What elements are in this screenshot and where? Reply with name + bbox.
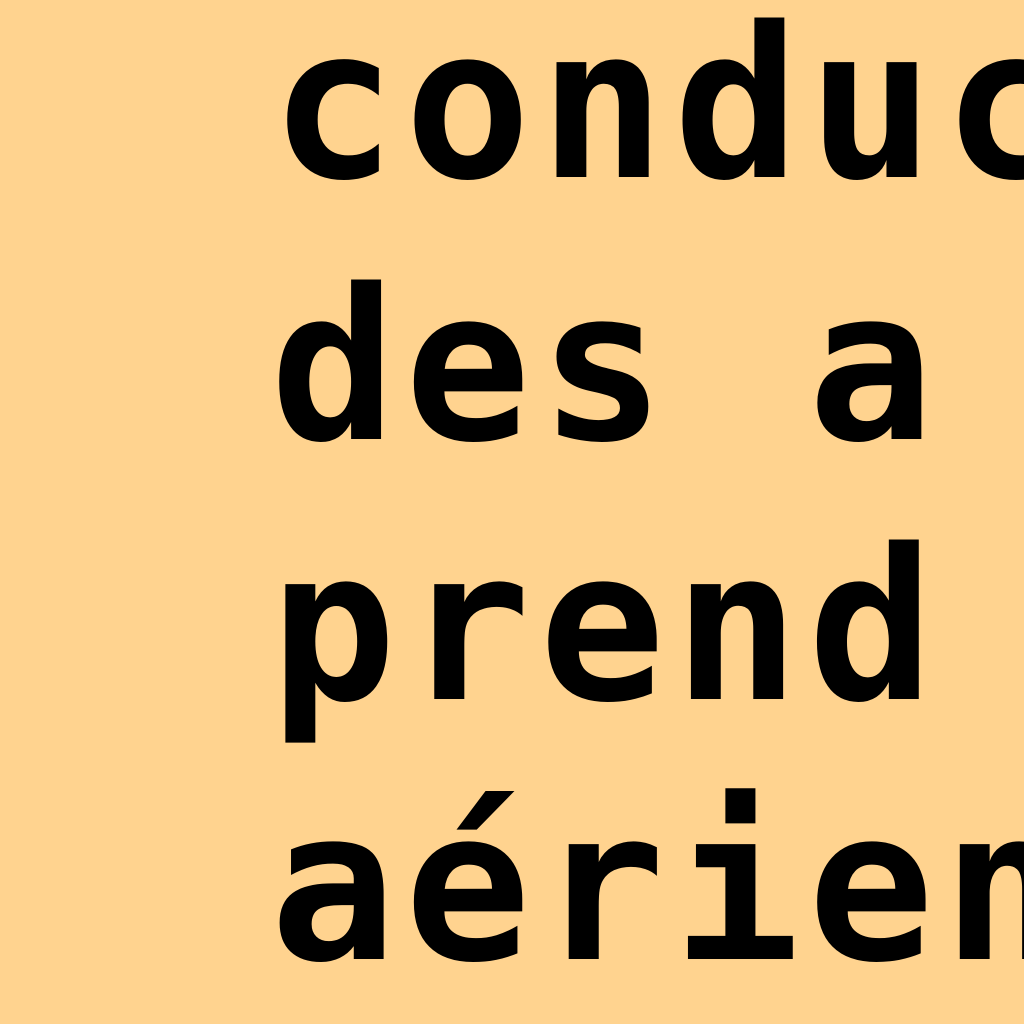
text-line-4: aériens [270,764,1024,1009]
text-line-1: conduc [270,0,1024,227]
text-line-3: prend [270,504,943,749]
zoomed-text-viewport: conduc des a prend aériens [0,0,1024,1024]
text-block: conduc des a prend aériens [270,0,1024,1024]
text-line-2: des a [270,244,943,489]
